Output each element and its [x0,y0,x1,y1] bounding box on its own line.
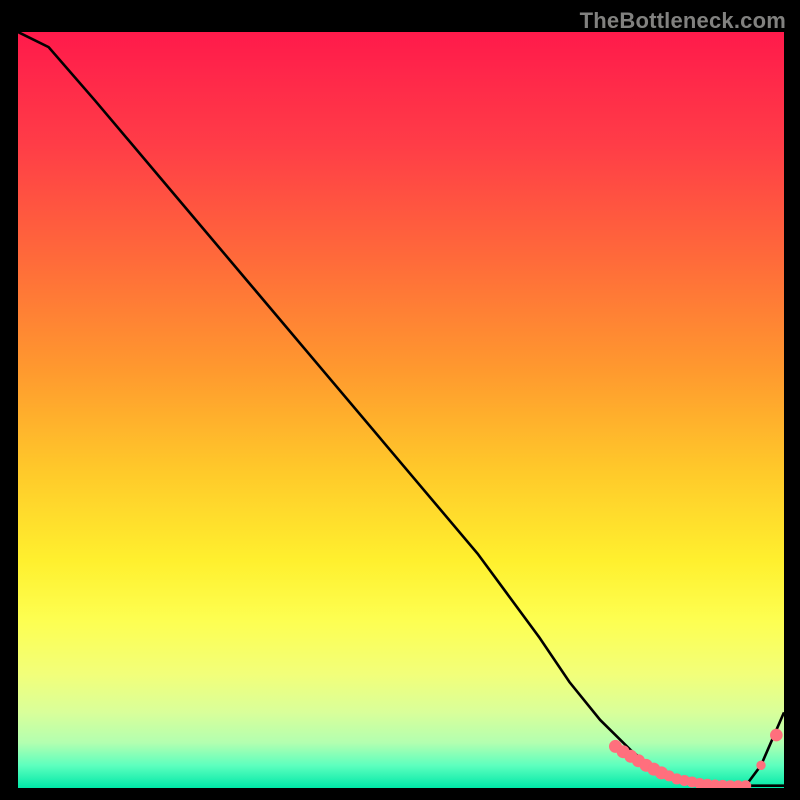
marker-point [771,729,783,741]
marker-point [757,761,765,769]
watermark-label: TheBottleneck.com [580,8,786,34]
marker-point [741,781,751,788]
chart-frame: TheBottleneck.com [0,0,800,800]
bottleneck-chart [18,32,784,788]
